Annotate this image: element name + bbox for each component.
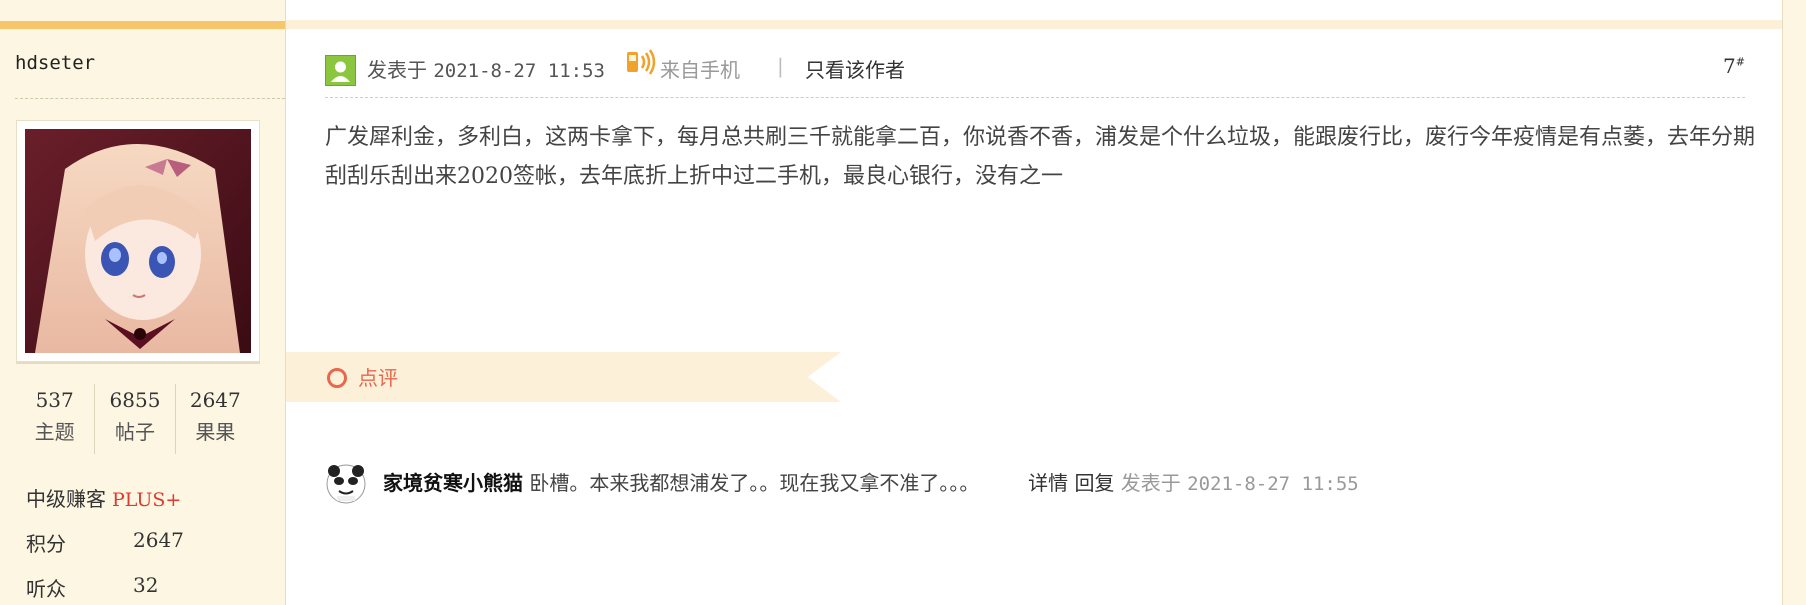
stat-topics-value: 537 <box>35 388 74 412</box>
post-content: 广发犀利金，多利白，这两卡拿下，每月总共刷三千就能拿二百，你说香不香，浦发是个什… <box>325 125 1756 189</box>
points-value: 2647 <box>133 528 184 552</box>
stat-guoguo-label: 果果 <box>195 420 236 444</box>
floor-number-value: 7 <box>1723 54 1736 78</box>
stat-posts-label: 帖子 <box>114 420 155 444</box>
post-time: 2021-8-27 11:53 <box>433 60 605 82</box>
listeners-label: 听众 <box>26 577 66 601</box>
stat-guoguo-value: 2647 <box>189 388 241 412</box>
comment-item: 家境贫寒小熊猫 卧槽。本来我都想浦发了。。现在我又拿不准了。。。 详情 回复 发… <box>325 460 1525 510</box>
floor-number-mark: # <box>1735 55 1745 69</box>
comment-detail-link[interactable]: 详情 <box>1028 471 1068 495</box>
avatar[interactable] <box>25 129 251 353</box>
comment-section-title: 点评 <box>358 366 398 390</box>
listeners-value[interactable]: 32 <box>133 573 158 597</box>
comment-time: 2021-8-27 11:55 <box>1187 473 1359 495</box>
post-time-row: 发表于 2021-8-27 11:53 <box>367 54 605 83</box>
commenter-avatar[interactable] <box>325 462 367 506</box>
header-separator: | <box>777 54 784 78</box>
user-level-row: 中级赚客 PLUS+ <box>26 483 181 512</box>
stat-posts-value: 6855 <box>109 388 161 412</box>
comment-circle-icon <box>327 368 347 388</box>
user-level[interactable]: 中级赚客 <box>26 487 106 511</box>
online-user-icon <box>325 55 356 86</box>
sidebar-top-bar <box>0 21 285 29</box>
comment-text: 卧槽。本来我都想浦发了。。现在我又拿不准了。。。 <box>529 471 980 495</box>
points-row: 积分 2647 <box>26 528 184 557</box>
posted-prefix: 发表于 <box>367 58 427 82</box>
comment-posted-prefix: 发表于 <box>1120 471 1181 495</box>
stat-posts[interactable]: 6855 帖子 <box>94 384 174 454</box>
stat-topics-label: 主题 <box>34 420 75 444</box>
floor-number[interactable]: 7# <box>1723 54 1745 78</box>
avatar-frame <box>16 120 260 362</box>
sidebar-divider <box>15 98 285 99</box>
mobile-phone-icon <box>625 48 659 83</box>
from-phone-link[interactable]: 来自手机 <box>660 54 740 83</box>
comment-line: 家境贫寒小熊猫 卧槽。本来我都想浦发了。。现在我又拿不准了。。。 详情 回复 发… <box>383 467 1359 496</box>
comment-reply-link[interactable]: 回复 <box>1074 471 1114 495</box>
right-edge <box>1782 0 1806 605</box>
post-top-bar <box>286 20 1782 29</box>
plus-badge: PLUS+ <box>112 489 182 511</box>
only-author-link[interactable]: 只看该作者 <box>805 54 905 83</box>
stat-guoguo[interactable]: 2647 果果 <box>174 384 255 454</box>
post-header-divider <box>325 97 1745 98</box>
username-link[interactable]: hdseter <box>15 52 95 74</box>
user-sidebar: hdseter 537 主题 6855 帖子 2647 果果 中级赚客 PLUS… <box>0 0 286 605</box>
user-stats: 537 主题 6855 帖子 2647 果果 <box>15 384 255 454</box>
points-label: 积分 <box>26 532 66 556</box>
comment-author[interactable]: 家境贫寒小熊猫 <box>383 471 523 495</box>
post-header: 发表于 2021-8-27 11:53 来自手机 | 只看该作者 7# <box>325 48 1745 92</box>
listeners-row: 听众 32 <box>26 573 158 602</box>
stat-topics[interactable]: 537 主题 <box>15 384 94 454</box>
